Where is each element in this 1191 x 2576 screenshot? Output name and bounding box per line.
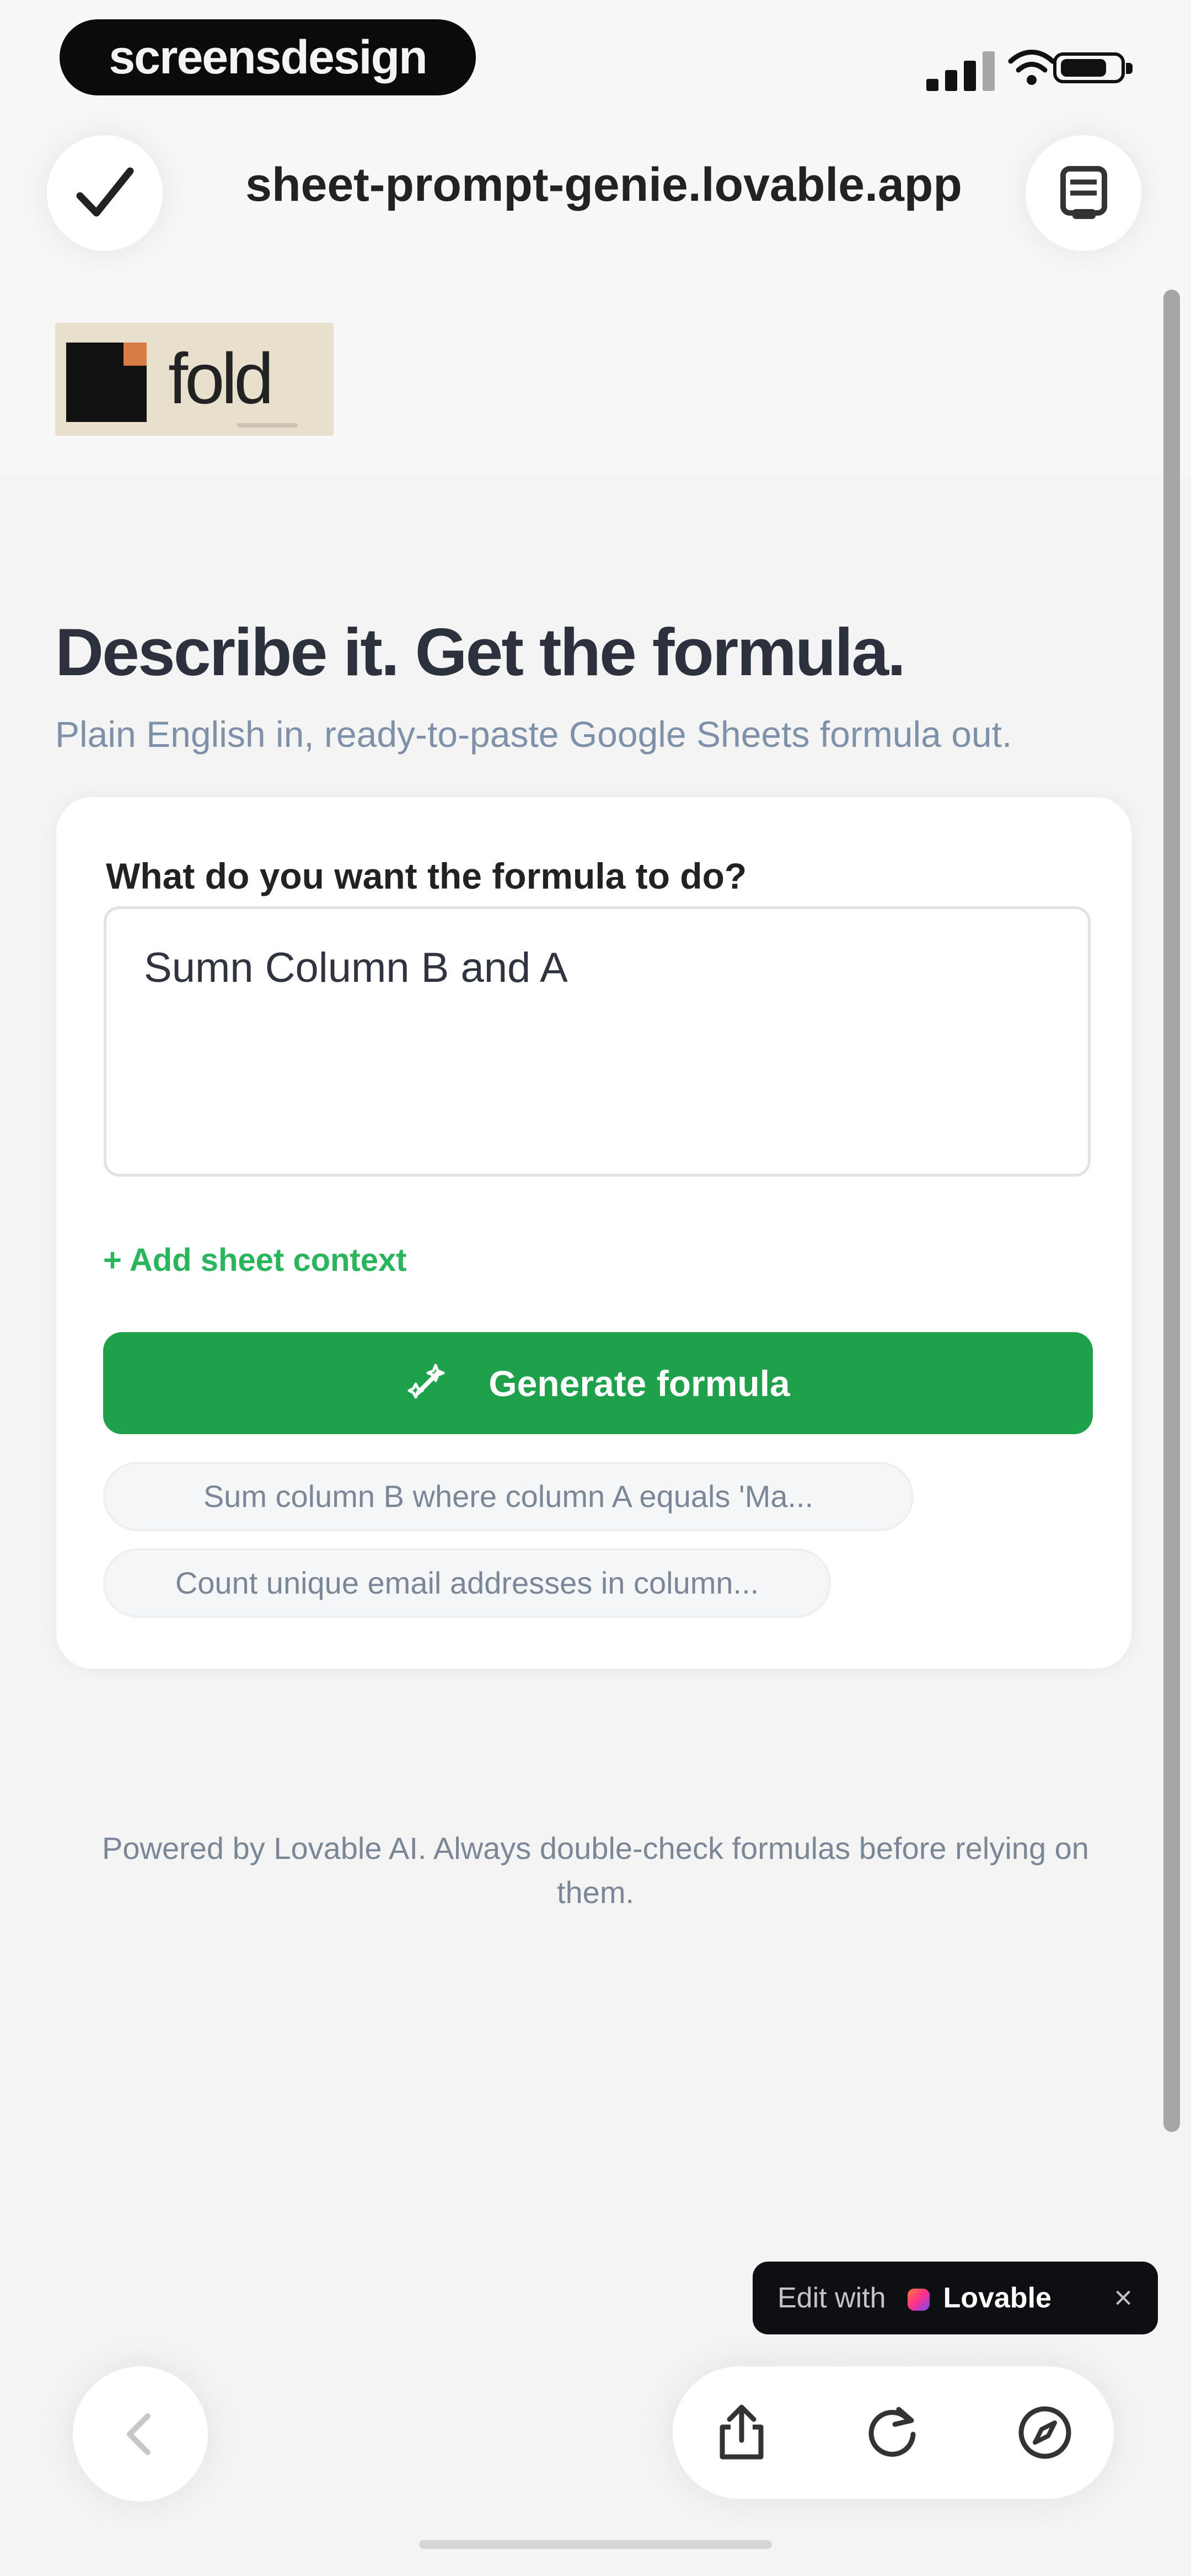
lovable-heart-icon <box>907 2289 930 2311</box>
example-chip-sum-column-b[interactable]: Sum column B where column A equals 'Ma..… <box>103 1462 914 1531</box>
formula-description-input[interactable]: Sumn Column B and A <box>104 906 1091 1177</box>
signal-bar-4 <box>983 51 995 91</box>
browser-action-bar <box>673 2366 1114 2499</box>
compass-button[interactable] <box>1012 2399 1078 2466</box>
page-subtitle: Plain English in, ready-to-paste Google … <box>55 714 1012 755</box>
refresh-icon <box>868 2407 916 2457</box>
generate-formula-button[interactable]: Generate formula <box>103 1332 1093 1434</box>
status-icons <box>926 47 1133 91</box>
reader-mode-icon <box>1060 165 1107 219</box>
battery-icon <box>1053 52 1133 83</box>
url-bar[interactable]: sheet-prompt-genie.lovable.app <box>221 152 987 218</box>
formula-question-label: What do you want the formula to do? <box>106 856 747 896</box>
close-icon[interactable]: × <box>1104 2262 1142 2334</box>
share-button[interactable] <box>709 2399 775 2466</box>
sparkle-wand-icon <box>407 1364 445 1398</box>
back-button[interactable] <box>73 2366 208 2502</box>
edit-with-text: Edit with <box>777 2282 886 2314</box>
lovable-brand-text: Lovable <box>943 2282 1051 2314</box>
browser-top-area: screensdesign sheet-prompt-genie.lovable… <box>0 0 1191 474</box>
done-button[interactable] <box>47 135 163 251</box>
reader-mode-button[interactable] <box>1026 135 1141 251</box>
edit-with-lovable-badge[interactable]: Edit with Lovable × <box>753 2262 1158 2334</box>
signal-bar-2 <box>945 70 957 91</box>
formula-card: What do you want the formula to do? Sumn… <box>56 797 1131 1669</box>
ai-disclaimer: Powered by Lovable AI. Always double-che… <box>102 1831 1089 1910</box>
watermark-pill: screensdesign <box>60 19 476 95</box>
app-screen: screensdesign sheet-prompt-genie.lovable… <box>0 0 1191 2576</box>
share-icon <box>720 2404 764 2460</box>
fold-logo-mark <box>66 343 147 422</box>
refresh-button[interactable] <box>860 2399 926 2466</box>
formula-description-value: Sumn Column B and A <box>144 944 568 991</box>
page-title: Describe it. Get the formula. <box>55 614 906 690</box>
url-text: sheet-prompt-genie.lovable.app <box>245 158 962 211</box>
fold-logo: fold <box>55 323 334 436</box>
example-chip-count-unique-emails[interactable]: Count unique email addresses in column..… <box>103 1548 831 1618</box>
watermark-text: screensdesign <box>109 30 427 84</box>
compass-icon <box>1018 2406 1071 2459</box>
chevron-left-icon <box>126 2413 151 2455</box>
home-indicator <box>419 2540 772 2549</box>
battery-level <box>1061 59 1106 77</box>
check-icon <box>76 167 134 217</box>
signal-bar-3 <box>964 61 976 91</box>
vertical-scrollbar[interactable] <box>1163 290 1180 2132</box>
add-sheet-context-link[interactable]: + Add sheet context <box>103 1238 407 1282</box>
logo-decoration <box>237 423 298 427</box>
signal-bar-1 <box>926 79 938 91</box>
fold-logo-text: fold <box>168 338 274 419</box>
wifi-icon <box>1008 50 1055 85</box>
generate-formula-label: Generate formula <box>489 1362 790 1404</box>
